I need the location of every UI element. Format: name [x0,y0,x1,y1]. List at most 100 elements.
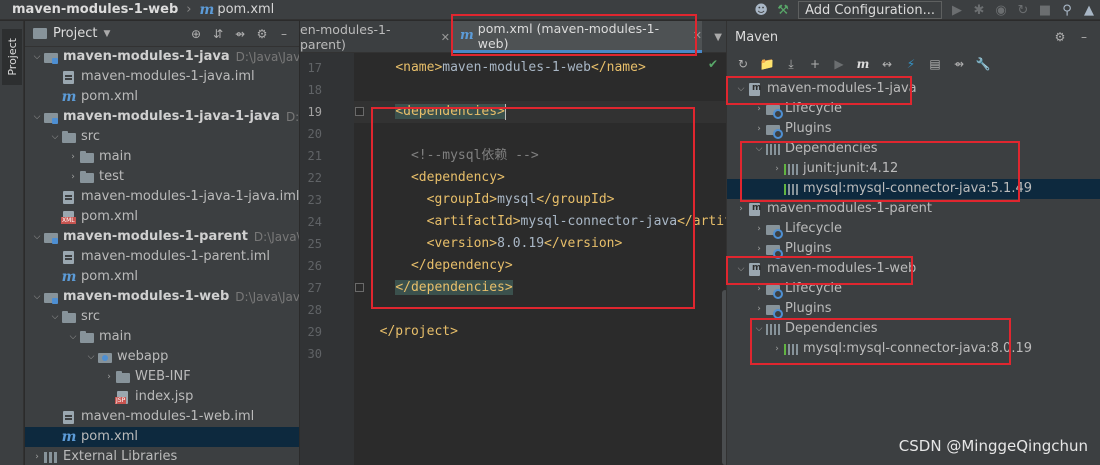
tree-row[interactable]: ⌵ maven-modules-1-java D:\Java\JavaPro [25,47,299,67]
project-tool-tab[interactable]: Project [2,29,22,85]
tree-row[interactable]: maven-modules-1-web.iml [25,407,299,427]
collapse-all-icon[interactable]: ⇴ [947,57,971,71]
reload-icon[interactable]: ↻ [731,57,755,71]
tree-row[interactable]: pom.xml [25,207,299,227]
gear-icon[interactable]: ⚙ [1048,30,1072,44]
chevron-icon[interactable]: › [753,99,765,119]
tree-row[interactable]: maven-modules-1-java-1-java.iml [25,187,299,207]
chevron-icon[interactable]: ⌵ [31,107,43,127]
skip-tests-icon[interactable]: ⚡ [899,57,923,71]
profile-icon[interactable]: ↻ [1012,0,1034,20]
maven-tree-row[interactable]: › maven-modules-1-parent [727,199,1100,219]
generate-sources-icon[interactable]: 📁 [755,57,779,71]
chevron-icon[interactable]: ⌵ [31,227,43,247]
chevron-icon[interactable]: ⌵ [85,347,97,367]
chevron-icon[interactable]: › [753,219,765,239]
download-icon[interactable]: ⤓ [779,57,803,72]
tree-row[interactable]: ⌵ maven-modules-1-parent D:\Java\Java [25,227,299,247]
tree-row[interactable]: ⌵ main [25,327,299,347]
debug-icon[interactable]: ✱ [968,0,990,20]
maven-tree-row[interactable]: ⌵ Dependencies [727,319,1100,339]
chevron-icon[interactable]: › [67,167,79,187]
search-icon[interactable]: ⚲ [1056,0,1078,20]
toggle-offline-icon[interactable]: ↭ [875,57,899,71]
chevron-icon[interactable]: ⌵ [753,139,765,159]
maven-tree-row[interactable]: › Lifecycle [727,219,1100,239]
chevron-icon[interactable]: › [753,119,765,139]
run-icon[interactable]: ▶ [827,57,851,71]
inspection-ok-icon[interactable]: ✔ [708,57,718,71]
maven-tree-row[interactable]: › Lifecycle [727,279,1100,299]
build-hammer-icon[interactable]: ⚒ [772,0,794,20]
chevron-icon[interactable]: ⌵ [31,287,43,307]
tree-row[interactable]: m pom.xml [25,87,299,107]
expand-all-icon[interactable]: ⇵ [207,27,229,41]
close-icon[interactable]: ✕ [441,31,450,44]
chevron-icon[interactable]: › [31,447,43,465]
maven-tree-row[interactable]: ⌵ Dependencies [727,139,1100,159]
add-icon[interactable]: + [803,57,827,71]
tab-overflow-icon[interactable]: ▼ [714,21,722,53]
maven-tree-row[interactable]: › mysql:mysql-connector-java:8.0.19 [727,339,1100,359]
tree-row[interactable]: ⌵ src [25,307,299,327]
chevron-icon[interactable]: › [103,367,115,387]
tab-parent-pom[interactable]: en-modules-1-parent) ✕ [300,21,450,53]
maven-tree-row[interactable]: › Plugins [727,299,1100,319]
chevron-icon[interactable]: › [67,147,79,167]
tree-row[interactable]: ⌵ maven-modules-1-java-1-java D:\Java\ [25,107,299,127]
chevron-icon[interactable]: › [753,239,765,259]
add-configuration-button[interactable]: Add Configuration... [798,1,942,19]
breadcrumb-file[interactable]: pom.xml [217,2,274,17]
project-panel-title[interactable]: Project [53,26,97,41]
tree-row[interactable]: index.jsp [25,387,299,407]
update-icon[interactable]: ▲ [1078,0,1100,20]
chevron-icon[interactable]: ⌵ [753,319,765,339]
fold-marker-icon[interactable] [355,107,364,116]
user-icon[interactable]: ☻ [750,0,772,20]
tree-row[interactable]: maven-modules-1-parent.iml [25,247,299,267]
tree-row[interactable]: › test [25,167,299,187]
chevron-icon[interactable]: ⌵ [31,47,43,67]
chevron-icon[interactable]: ⌵ [49,127,61,147]
maven-tree-row[interactable]: mysql:mysql-connector-java:5.1.49 [727,179,1100,199]
breadcrumb-project[interactable]: maven-modules-1-web [12,2,178,17]
chevron-icon[interactable]: ⌵ [735,79,747,99]
chevron-icon[interactable]: › [735,199,747,219]
tree-row[interactable]: ⌵ webapp [25,347,299,367]
tree-row[interactable]: › WEB-INF [25,367,299,387]
maven-tree-row[interactable]: › junit:junit:4.12 [727,159,1100,179]
show-dependencies-icon[interactable]: ▤ [923,57,947,71]
chevron-icon[interactable]: › [771,159,783,179]
execute-goal-icon[interactable]: m [851,57,875,71]
maven-tree-row[interactable]: › Plugins [727,239,1100,259]
chevron-icon[interactable]: › [753,279,765,299]
maven-tree-row[interactable]: ⌵ maven-modules-1-java [727,79,1100,99]
tree-row[interactable]: m pom.xml [25,267,299,287]
chevron-down-icon[interactable]: ▼ [103,29,110,39]
wrench-icon[interactable]: 🔧 [971,57,995,71]
stop-icon[interactable]: ■ [1034,0,1056,20]
minimize-icon[interactable]: – [273,27,295,41]
chevron-icon[interactable]: › [753,299,765,319]
tree-row[interactable]: › main [25,147,299,167]
close-icon[interactable]: ✕ [693,29,702,42]
run-icon[interactable]: ▶ [946,0,968,20]
tree-row[interactable]: maven-modules-1-java.iml [25,67,299,87]
chevron-icon[interactable]: ⌵ [49,307,61,327]
locate-icon[interactable]: ⊕ [185,27,207,41]
fold-marker-icon[interactable] [355,283,364,292]
tab-web-pom[interactable]: m pom.xml (maven-modules-1-web) ✕ [452,21,702,53]
maven-tree-row[interactable]: › Plugins [727,119,1100,139]
tree-row[interactable]: m pom.xml [25,427,299,447]
chevron-icon[interactable]: › [771,339,783,359]
maven-tree-row[interactable]: ⌵ maven-modules-1-web [727,259,1100,279]
coverage-icon[interactable]: ◉ [990,0,1012,20]
gear-icon[interactable]: ⚙ [251,27,273,41]
collapse-all-icon[interactable]: ⇴ [229,27,251,41]
minimize-icon[interactable]: – [1072,30,1096,44]
tree-row[interactable]: › External Libraries [25,447,299,465]
chevron-icon[interactable]: ⌵ [67,327,79,347]
chevron-icon[interactable]: ⌵ [735,259,747,279]
maven-tree-row[interactable]: › Lifecycle [727,99,1100,119]
tree-row[interactable]: ⌵ src [25,127,299,147]
